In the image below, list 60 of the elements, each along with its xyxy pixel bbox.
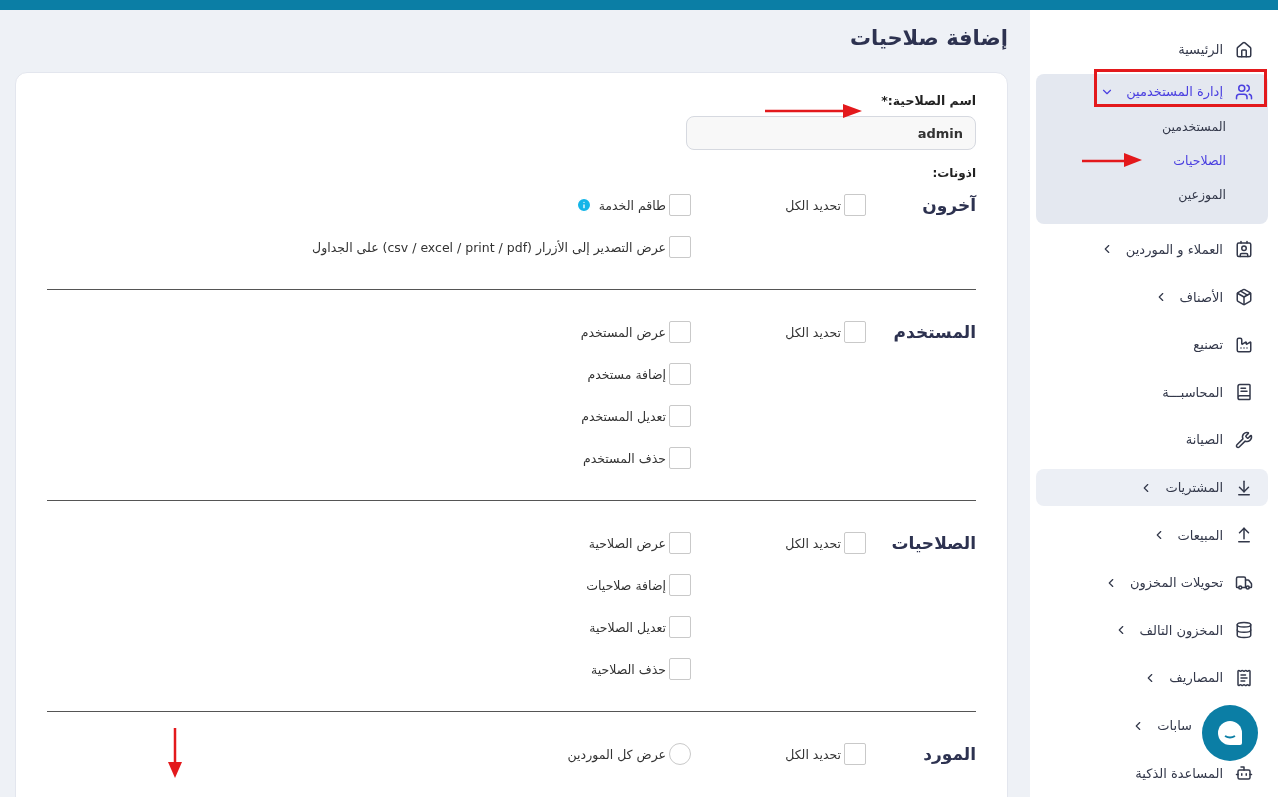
- permissions-label: اذونات:: [931, 166, 976, 180]
- sidebar-item[interactable]: المبيعات: [1036, 511, 1268, 559]
- checkbox[interactable]: [669, 616, 691, 638]
- sidebar-item[interactable]: الصيانة: [1036, 416, 1268, 464]
- section-title: الصلاحيات: [890, 532, 976, 555]
- checkbox-label: حذف الصلاحية: [591, 661, 666, 677]
- checkbox-label: طاقم الخدمة: [598, 197, 666, 213]
- section-title: آخرون: [921, 194, 976, 218]
- radio-label: عرض كل الموردين: [567, 746, 666, 762]
- sidebar-item[interactable]: الرئيسية: [1036, 26, 1268, 74]
- checkbox-label: عرض المستخدم: [580, 324, 666, 340]
- sidebar-item[interactable]: تصنيع: [1036, 320, 1268, 369]
- sidebar-item[interactable]: الأصناف: [1036, 273, 1268, 321]
- checkbox[interactable]: [669, 574, 691, 596]
- checkbox-label: تعديل الصلاحية: [589, 619, 666, 635]
- sidebar-item[interactable]: سابات: [1036, 701, 1268, 750]
- checkbox[interactable]: [669, 658, 691, 680]
- sidebar-item[interactable]: المحاسبـــة: [1036, 368, 1268, 417]
- checkbox-label: تحديد الكل: [785, 324, 841, 340]
- checkbox[interactable]: [844, 321, 866, 343]
- checkbox[interactable]: [669, 447, 691, 469]
- checkbox-label: تحديد الكل: [785, 535, 841, 551]
- checkbox-label: إضافة مستخدم: [587, 366, 666, 382]
- input-field[interactable]: admin: [686, 116, 976, 150]
- checkbox-label: إضافة صلاحيات: [586, 577, 666, 593]
- checkbox-label: عرض التصدير إلى الأزرار (csv / excel / print / pdf) على الجداول: [312, 239, 666, 255]
- page-title: إضافة صلاحيات: [848, 26, 1008, 50]
- checkbox-label: حذف المستخدم: [582, 450, 666, 466]
- sidebar-item[interactable]: المساعدة الذكية: [1036, 749, 1268, 797]
- checkbox[interactable]: [844, 532, 866, 554]
- sidebar-item[interactable]: تحويلات المخزون: [1036, 558, 1268, 607]
- radio-button[interactable]: [669, 743, 691, 765]
- checkbox[interactable]: [669, 194, 691, 216]
- checkbox-label: عرض الصلاحية: [588, 535, 666, 551]
- sidebar-item[interactable]: إدارة المستخدمين: [1036, 73, 1268, 110]
- submenu-item[interactable]: الصلاحيات: [1036, 143, 1268, 178]
- checkbox[interactable]: [669, 405, 691, 427]
- checkbox[interactable]: [669, 236, 691, 258]
- checkbox[interactable]: [669, 532, 691, 554]
- checkbox[interactable]: [844, 743, 866, 765]
- sidebar-item[interactable]: المشتريات: [1036, 468, 1268, 507]
- annotation-arrow: [168, 728, 182, 778]
- annotation-arrow: [1082, 153, 1142, 167]
- section-title: المورد: [922, 743, 976, 766]
- chat-icon: [1216, 719, 1244, 747]
- section-title: المستخدم: [892, 321, 976, 344]
- info-icon: [575, 197, 592, 213]
- checkbox-label: تحديد الكل: [785, 197, 841, 213]
- sidebar-item[interactable]: المصاريف: [1036, 654, 1268, 702]
- sidebar-item[interactable]: العملاء و الموردين: [1036, 225, 1268, 274]
- checkbox-label: تعديل المستخدم: [581, 408, 666, 424]
- submenu-item[interactable]: الموزعين: [1036, 177, 1268, 212]
- sidebar-item[interactable]: المخزون التالف: [1036, 606, 1268, 655]
- submenu-item[interactable]: المستخدمين: [1036, 109, 1268, 144]
- field-label: اسم الصلاحية:*: [880, 93, 976, 108]
- checkbox[interactable]: [844, 194, 866, 216]
- checkbox[interactable]: [669, 363, 691, 385]
- users-icon: [1235, 82, 1253, 101]
- checkbox[interactable]: [669, 321, 691, 343]
- checkbox-label: تحديد الكل: [785, 746, 841, 762]
